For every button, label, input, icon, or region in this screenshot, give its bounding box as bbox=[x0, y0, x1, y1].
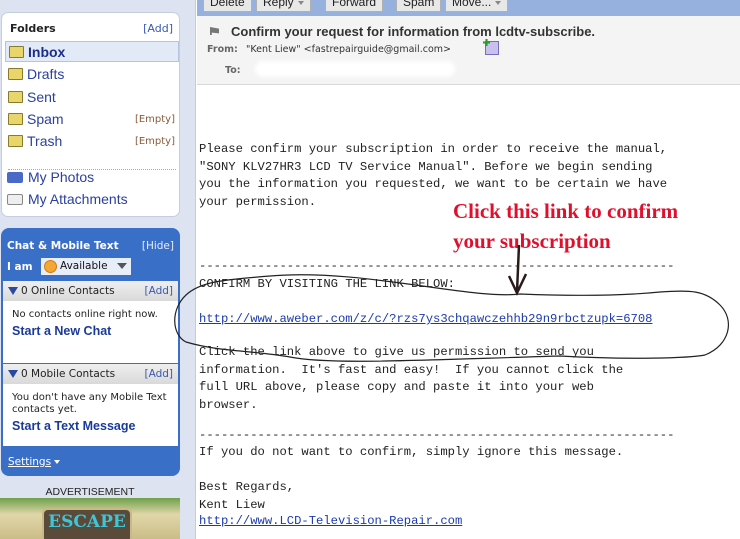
add-mobile-contact-link[interactable]: [Add] bbox=[144, 364, 173, 384]
drafts-folder-icon bbox=[8, 68, 23, 80]
annotation-line-2: your subscription bbox=[453, 229, 611, 253]
mobile-contacts-count: 0 Mobile Contacts bbox=[21, 368, 116, 380]
move-button[interactable]: Move... bbox=[445, 0, 509, 12]
smiley-icon bbox=[44, 260, 57, 273]
folder-spam[interactable]: Spam [Empty] bbox=[5, 109, 179, 130]
folder-label: Trash bbox=[27, 133, 63, 149]
body-divider-1: ----------------------------------------… bbox=[199, 259, 675, 273]
inbox-folder-icon bbox=[9, 46, 24, 58]
no-contacts-text: No contacts online right now. bbox=[12, 309, 158, 320]
move-label: Move... bbox=[452, 0, 492, 9]
mobile-contacts-header[interactable]: 0 Mobile Contacts [Add] bbox=[3, 364, 178, 384]
annotation-text: Click this link to confirm your subscrip… bbox=[453, 196, 678, 256]
empty-trash-link[interactable]: [Empty] bbox=[135, 131, 175, 152]
status-label: I am bbox=[7, 261, 33, 273]
chat-settings-link[interactable]: Settings bbox=[8, 456, 61, 468]
start-text-message-link[interactable]: Start a Text Message bbox=[12, 420, 169, 433]
to-label: To: bbox=[225, 65, 241, 76]
my-photos-label: My Photos bbox=[28, 169, 95, 185]
start-new-chat-link[interactable]: Start a New Chat bbox=[12, 325, 169, 338]
add-online-contact-link[interactable]: [Add] bbox=[144, 281, 173, 301]
annotation-line-1: Click this link to confirm bbox=[453, 199, 679, 223]
add-contact-icon[interactable] bbox=[485, 41, 499, 55]
chevron-down-icon bbox=[297, 0, 304, 5]
my-attachments-label: My Attachments bbox=[28, 191, 128, 207]
folder-sent[interactable]: Sent bbox=[5, 87, 179, 108]
chat-panel: Chat & Mobile Text [Hide] I am Available… bbox=[1, 228, 180, 476]
advertisement-image[interactable]: ESCAPE bbox=[0, 498, 180, 539]
photos-icon bbox=[7, 172, 23, 183]
my-photos-link[interactable]: My Photos bbox=[7, 169, 94, 185]
spam-button[interactable]: Spam bbox=[396, 0, 442, 12]
collapse-triangle-icon bbox=[8, 287, 18, 295]
collapse-triangle-icon bbox=[8, 370, 18, 378]
status-value: Available bbox=[60, 260, 108, 272]
pane-divider bbox=[184, 0, 196, 539]
message-toolbar: Delete Reply Forward Spam Move... bbox=[197, 0, 740, 16]
spam-folder-icon bbox=[8, 113, 23, 125]
sidebar: Folders [Add] Inbox Drafts Sent Spam [Em… bbox=[0, 0, 184, 539]
body-paragraph-2: Click the link above to give us permissi… bbox=[199, 345, 624, 412]
message-header: Confirm your request for information fro… bbox=[197, 16, 740, 85]
folder-label: Drafts bbox=[27, 66, 65, 82]
ad-logo-text: ESCAPE bbox=[48, 512, 126, 532]
website-link[interactable]: http://www.LCD-Television-Repair.com bbox=[199, 513, 462, 531]
folder-label: Spam bbox=[27, 111, 64, 127]
spam-label: Spam bbox=[403, 0, 435, 9]
advertisement-label: ADVERTISEMENT bbox=[45, 486, 135, 498]
folder-label: Inbox bbox=[28, 44, 66, 60]
chevron-down-icon bbox=[117, 263, 127, 269]
folder-drafts[interactable]: Drafts bbox=[5, 64, 179, 85]
flag-icon[interactable] bbox=[210, 27, 219, 35]
status-dropdown[interactable]: Available bbox=[41, 258, 131, 275]
hide-chat-link[interactable]: [Hide] bbox=[142, 240, 174, 252]
folder-trash[interactable]: Trash [Empty] bbox=[5, 131, 179, 152]
folders-panel: Folders [Add] Inbox Drafts Sent Spam [Em… bbox=[1, 12, 180, 217]
empty-spam-link[interactable]: [Empty] bbox=[135, 109, 175, 130]
no-mobile-contacts-text: You don't have any Mobile Text contacts … bbox=[12, 392, 167, 415]
chevron-down-icon bbox=[495, 0, 502, 5]
delete-button[interactable]: Delete bbox=[203, 0, 252, 12]
reply-button[interactable]: Reply bbox=[256, 0, 311, 12]
online-contacts-header[interactable]: 0 Online Contacts [Add] bbox=[3, 281, 178, 301]
settings-label: Settings bbox=[8, 456, 52, 468]
reply-label: Reply bbox=[263, 0, 294, 9]
paperclip-icon bbox=[7, 194, 23, 205]
ad-logo: ESCAPE bbox=[42, 508, 132, 539]
delete-label: Delete bbox=[210, 0, 245, 9]
ignore-text: If you do not want to confirm, simply ig… bbox=[199, 445, 624, 459]
trash-folder-icon bbox=[8, 135, 23, 147]
redacted-recipient bbox=[255, 61, 455, 77]
confirm-link[interactable]: http://www.aweber.com/z/c/?rzs7ys3chqawc… bbox=[199, 311, 652, 329]
caret-down-icon bbox=[54, 460, 61, 464]
my-attachments-link[interactable]: My Attachments bbox=[7, 191, 128, 207]
chat-title: Chat & Mobile Text bbox=[7, 240, 119, 252]
folder-label: Sent bbox=[27, 89, 56, 105]
online-contacts-count: 0 Online Contacts bbox=[21, 285, 115, 297]
folders-title: Folders bbox=[10, 22, 56, 35]
folder-inbox[interactable]: Inbox bbox=[5, 41, 179, 62]
mail-app: Folders [Add] Inbox Drafts Sent Spam [Em… bbox=[0, 0, 740, 539]
online-contacts-body: No contacts online right now. Start a Ne… bbox=[3, 301, 178, 363]
from-value: "Kent Liew" <fastrepairguide@gmail.com> bbox=[246, 44, 451, 55]
confirm-heading: CONFIRM BY VISITING THE LINK BELOW: bbox=[199, 277, 455, 291]
signature: Best Regards, Kent Liew bbox=[199, 480, 295, 512]
forward-label: Forward bbox=[332, 0, 377, 9]
forward-button[interactable]: Forward bbox=[325, 0, 384, 12]
message-subject: Confirm your request for information fro… bbox=[231, 24, 596, 39]
body-divider-2: ----------------------------------------… bbox=[199, 428, 675, 442]
add-folder-link[interactable]: [Add] bbox=[143, 22, 173, 35]
mobile-contacts-body: You don't have any Mobile Text contacts … bbox=[3, 384, 178, 446]
from-label: From: bbox=[207, 44, 238, 55]
sent-folder-icon bbox=[8, 91, 23, 103]
